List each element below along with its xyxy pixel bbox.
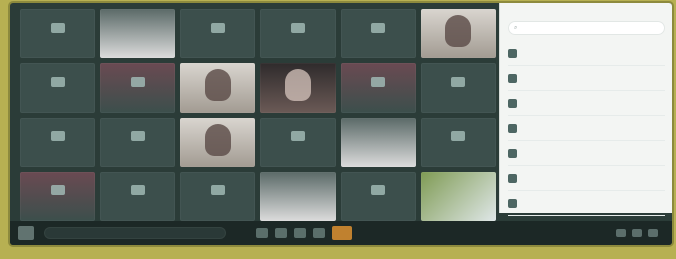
panel-list-item[interactable] <box>508 191 665 216</box>
app-icon <box>371 22 386 33</box>
app-icon <box>451 131 466 142</box>
app-icon <box>210 185 225 196</box>
tile-7[interactable] <box>20 63 96 113</box>
tile-11[interactable] <box>340 63 416 113</box>
portrait-photo <box>445 15 472 48</box>
tile-21[interactable] <box>180 171 256 221</box>
taskbar-app-icon[interactable] <box>313 228 325 238</box>
panel-header <box>500 3 672 19</box>
portrait-photo <box>204 123 231 156</box>
right-panel: ⌕ <box>499 3 672 216</box>
tile-8[interactable] <box>100 63 176 113</box>
panel-list-item[interactable] <box>508 141 665 166</box>
app-icon <box>130 76 145 87</box>
tile-4[interactable] <box>260 9 336 59</box>
tile-19[interactable] <box>20 171 96 221</box>
taskbar-app-icon[interactable] <box>275 228 287 238</box>
battery-icon[interactable] <box>648 229 658 237</box>
tile-24[interactable] <box>420 171 496 221</box>
tile-2[interactable] <box>100 9 176 59</box>
item-icon <box>508 148 517 158</box>
panel-list <box>500 41 672 216</box>
app-icon <box>291 22 306 33</box>
tile-13[interactable] <box>20 117 96 167</box>
tile-18[interactable] <box>420 117 496 167</box>
portrait-photo <box>285 69 312 102</box>
tile-23[interactable] <box>340 171 416 221</box>
item-icon <box>508 73 517 83</box>
item-icon <box>508 173 517 183</box>
start-button[interactable] <box>18 226 34 240</box>
tile-6[interactable] <box>420 9 496 59</box>
network-icon[interactable] <box>616 229 626 237</box>
tile-20[interactable] <box>100 171 176 221</box>
app-icon <box>210 22 225 33</box>
taskbar-app-icon[interactable] <box>294 228 306 238</box>
taskbar <box>10 221 672 245</box>
app-icon <box>50 131 65 142</box>
desktop-screen: ⌕ <box>10 3 672 245</box>
panel-list-item[interactable] <box>508 41 665 66</box>
panel-search-input[interactable]: ⌕ <box>508 21 665 35</box>
app-icon <box>50 76 65 87</box>
app-icon <box>50 22 65 33</box>
item-icon <box>508 198 517 208</box>
item-icon <box>508 48 517 58</box>
tile-15[interactable] <box>180 117 256 167</box>
panel-list-item[interactable] <box>508 66 665 91</box>
portrait-photo <box>204 69 231 102</box>
tile-5[interactable] <box>340 9 416 59</box>
panel-list-item[interactable] <box>508 166 665 191</box>
panel-list-item[interactable] <box>508 91 665 116</box>
app-icon <box>451 76 466 87</box>
app-icon <box>371 185 386 196</box>
tile-16[interactable] <box>260 117 336 167</box>
tile-10[interactable] <box>260 63 336 113</box>
taskbar-app-active-icon[interactable] <box>332 226 352 240</box>
search-icon: ⌕ <box>514 24 518 31</box>
tile-grid <box>20 9 496 221</box>
tile-12[interactable] <box>420 63 496 113</box>
panel-list-item[interactable] <box>508 116 665 141</box>
app-icon <box>130 185 145 196</box>
taskbar-search-input[interactable] <box>44 227 226 239</box>
volume-icon[interactable] <box>632 229 642 237</box>
system-tray <box>616 229 664 237</box>
tile-22[interactable] <box>260 171 336 221</box>
app-icon <box>371 76 386 87</box>
taskbar-apps <box>256 226 352 240</box>
item-icon <box>508 98 517 108</box>
tile-9[interactable] <box>180 63 256 113</box>
tile-14[interactable] <box>100 117 176 167</box>
app-icon <box>291 131 306 142</box>
app-icon <box>50 185 65 196</box>
app-icon <box>130 131 145 142</box>
taskbar-app-icon[interactable] <box>256 228 268 238</box>
item-icon <box>508 123 517 133</box>
tile-3[interactable] <box>180 9 256 59</box>
tile-17[interactable] <box>340 117 416 167</box>
tile-1[interactable] <box>20 9 96 59</box>
